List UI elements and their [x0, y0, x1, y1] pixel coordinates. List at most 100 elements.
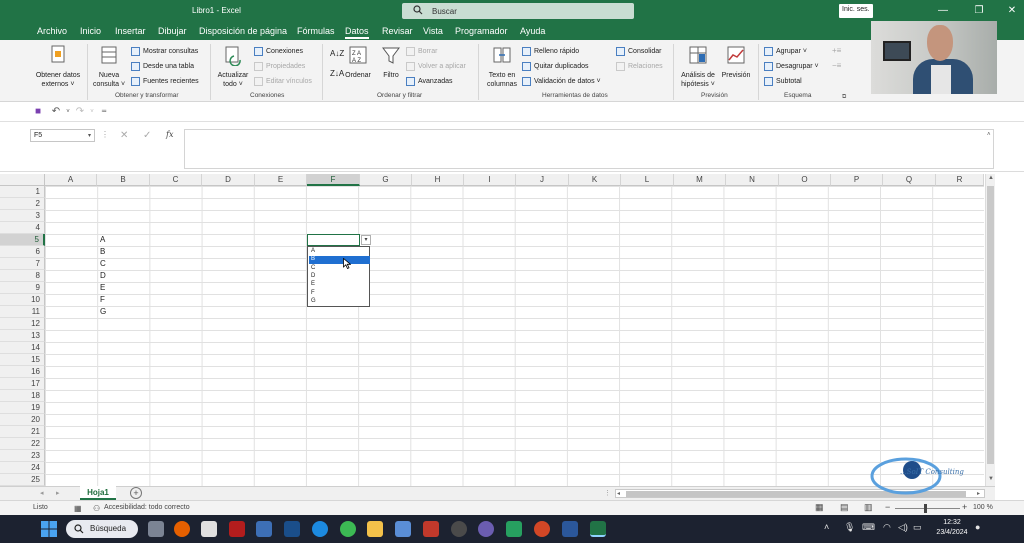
row-header-10[interactable]: 10	[0, 294, 45, 306]
security-app-icon[interactable]	[478, 521, 494, 537]
get-external-data-button[interactable]: Obtener datos externos ˅	[32, 44, 84, 89]
name-box-dropdown-icon[interactable]: ▾	[88, 132, 91, 139]
forecast-sheet-button[interactable]: Previsión	[719, 44, 753, 80]
row-header-11[interactable]: 11	[0, 306, 45, 318]
edge-icon[interactable]	[312, 521, 328, 537]
name-box[interactable]: F5 ▾	[30, 129, 95, 142]
tab-datos[interactable]: Datos	[345, 26, 369, 39]
clear-filter-button[interactable]: Borrar	[406, 46, 437, 56]
column-header-n[interactable]: N	[726, 174, 779, 186]
prev-sheet-icon[interactable]: ◂	[40, 489, 44, 497]
minimize-icon[interactable]: —	[936, 4, 950, 18]
taskbar-search[interactable]: Búsqueda	[66, 520, 138, 538]
cell-grid[interactable]	[45, 186, 984, 486]
cell-b9[interactable]: E	[100, 282, 105, 294]
cell-b11[interactable]: G	[100, 306, 106, 318]
new-query-button[interactable]: Nueva consulta ˅	[90, 44, 128, 89]
insert-function-icon[interactable]: fx	[166, 130, 173, 139]
formula-input[interactable]	[184, 129, 994, 169]
edit-links-button[interactable]: Editar vínculos	[254, 76, 312, 86]
next-sheet-icon[interactable]: ▸	[56, 489, 60, 497]
flash-fill-button[interactable]: Relleno rápido	[522, 46, 579, 56]
tab-revisar[interactable]: Revisar	[382, 26, 413, 36]
row-header-2[interactable]: 2	[0, 198, 45, 210]
tab-vista[interactable]: Vista	[423, 26, 443, 36]
tray-overflow-icon[interactable]: ˄	[824, 522, 829, 532]
column-header-i[interactable]: I	[464, 174, 516, 186]
code-editor-icon[interactable]	[284, 521, 300, 537]
vertical-scrollbar[interactable]: ▲ ▼	[985, 174, 995, 487]
task-view-icon[interactable]	[148, 521, 164, 537]
dropdown-option-b[interactable]: B	[309, 256, 370, 264]
advanced-filter-button[interactable]: Avanzadas	[406, 76, 453, 86]
column-header-e[interactable]: E	[255, 174, 307, 186]
consolidate-button[interactable]: Consolidar	[616, 46, 661, 56]
excel-taskbar-icon[interactable]	[590, 521, 606, 537]
snipping-tool-icon[interactable]	[423, 521, 439, 537]
tab-ayuda[interactable]: Ayuda	[520, 26, 545, 36]
column-header-d[interactable]: D	[202, 174, 255, 186]
tab-inicio[interactable]: Inicio	[80, 26, 101, 36]
sort-az-button[interactable]: A↓Z	[330, 48, 344, 58]
column-header-j[interactable]: J	[516, 174, 569, 186]
column-header-f[interactable]: F	[307, 174, 360, 186]
restore-icon[interactable]: ❐	[972, 4, 986, 18]
row-header-18[interactable]: 18	[0, 390, 45, 402]
subtotal-button[interactable]: Subtotal	[764, 76, 802, 86]
row-header-14[interactable]: 14	[0, 342, 45, 354]
zoom-slider-knob[interactable]	[924, 504, 927, 513]
obs-icon[interactable]	[451, 521, 467, 537]
row-header-6[interactable]: 6	[0, 246, 45, 258]
text-to-columns-button[interactable]: Texto en columnas	[484, 44, 520, 89]
row-header-8[interactable]: 8	[0, 270, 45, 282]
zoom-in-icon[interactable]: +	[962, 502, 967, 512]
scroll-up-icon[interactable]: ▲	[988, 175, 994, 181]
keyboard-icon[interactable]: ⌨	[862, 522, 875, 533]
cell-b10[interactable]: F	[100, 294, 105, 306]
tab-dibujar[interactable]: Dibujar	[158, 26, 187, 36]
firefox-icon[interactable]	[174, 521, 190, 537]
row-header-24[interactable]: 24	[0, 462, 45, 474]
volume-icon[interactable]: ◁)	[898, 522, 908, 533]
column-header-a[interactable]: A	[45, 174, 97, 186]
scroll-down-icon[interactable]: ▼	[988, 476, 994, 482]
sort-button[interactable]: Z AA Z Ordenar	[344, 44, 372, 80]
chrome-icon[interactable]	[340, 521, 356, 537]
row-header-4[interactable]: 4	[0, 222, 45, 234]
row-header-9[interactable]: 9	[0, 282, 45, 294]
close-icon[interactable]: ✕	[1005, 4, 1019, 18]
notifications-icon[interactable]: ●	[975, 522, 980, 532]
active-cell-f5[interactable]	[307, 234, 360, 246]
row-header-5[interactable]: 5	[0, 234, 45, 246]
accessibility-icon[interactable]: ⚇	[93, 504, 100, 513]
sign-in-button[interactable]: Inic. ses.	[839, 4, 873, 18]
cell-b6[interactable]: B	[100, 246, 105, 258]
validation-dropdown-arrow-icon[interactable]: ▾	[361, 235, 371, 245]
properties-button[interactable]: Propiedades	[254, 61, 305, 71]
ungroup-button[interactable]: Desagrupar ˅	[764, 61, 819, 71]
tab-formulas[interactable]: Fórmulas	[297, 26, 335, 36]
show-detail-icon[interactable]: +≡	[832, 45, 841, 55]
dropdown-option-g[interactable]: G	[309, 298, 370, 306]
column-header-h[interactable]: H	[412, 174, 464, 186]
select-all-corner[interactable]	[0, 174, 45, 186]
dropdown-option-a[interactable]: A	[309, 248, 370, 256]
sheet-tab-hoja1[interactable]: Hoja1	[80, 486, 116, 500]
normal-view-icon[interactable]: ▦	[815, 502, 824, 513]
dropdown-option-f[interactable]: F	[309, 290, 370, 298]
dropdown-option-c[interactable]: C	[309, 265, 370, 273]
cell-b7[interactable]: C	[100, 258, 106, 270]
row-header-20[interactable]: 20	[0, 414, 45, 426]
row-header-23[interactable]: 23	[0, 450, 45, 462]
dialog-launcher-icon[interactable]: ⧉	[842, 92, 846, 102]
battery-icon[interactable]: ▭	[913, 522, 922, 533]
undo-dropdown-icon[interactable]: ˅	[62, 106, 74, 118]
remove-duplicates-button[interactable]: Quitar duplicados	[522, 61, 588, 71]
show-queries-button[interactable]: Mostrar consultas	[131, 46, 198, 56]
row-header-3[interactable]: 3	[0, 210, 45, 222]
filter-button[interactable]: Filtro	[378, 44, 404, 80]
dropdown-option-d[interactable]: D	[309, 273, 370, 281]
scroll-left-icon[interactable]: ◂	[617, 490, 620, 497]
sort-za-button[interactable]: Z↓A	[330, 68, 344, 78]
row-header-25[interactable]: 25	[0, 474, 45, 486]
